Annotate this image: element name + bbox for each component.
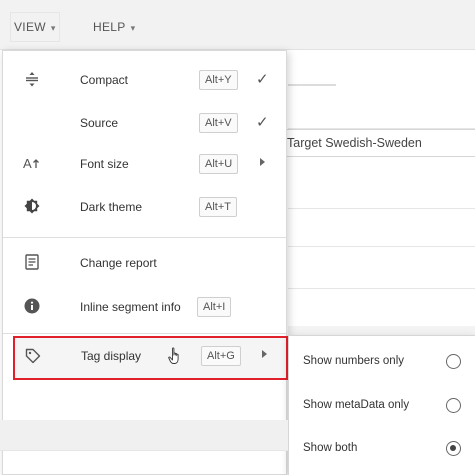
svg-text:A: A [23, 156, 32, 171]
menu-item-source[interactable]: Source Alt+V ✓ [3, 103, 286, 143]
submenu-arrow-icon [262, 350, 267, 358]
dark-theme-icon [23, 197, 41, 215]
menu-item-label: Compact [80, 73, 129, 87]
radio-button-selected[interactable] [446, 441, 461, 456]
info-icon [23, 297, 41, 315]
font-size-icon: A [23, 154, 41, 172]
chevron-down-icon: ▾ [50, 23, 56, 33]
menu-divider [3, 333, 286, 334]
menu-item-dark-theme[interactable]: Dark theme Alt+T [3, 187, 286, 227]
shortcut-badge: Alt+G [201, 346, 241, 366]
view-menu-button[interactable]: VIEW ▾ [10, 12, 60, 42]
hand-cursor-icon [168, 347, 182, 365]
view-menu-label: VIEW [14, 20, 46, 34]
background-divider [288, 208, 475, 209]
submenu-option-show-metadata-only[interactable]: Show metaData only [289, 386, 475, 426]
menu-item-label: Inline segment info [80, 300, 181, 314]
tag-display-submenu: Show numbers only Show metaData only Sho… [288, 335, 475, 475]
background-divider [288, 288, 475, 289]
menu-item-tag-display-inner: Tag display Alt+G [2, 338, 277, 378]
submenu-arrow-icon [260, 158, 265, 166]
checkmark-icon: ✓ [256, 114, 269, 131]
help-menu-button[interactable]: HELP ▾ [93, 20, 135, 34]
checkmark-icon: ✓ [256, 71, 269, 88]
menu-item-font-size[interactable]: A Font size Alt+U [3, 144, 286, 184]
background-row [0, 420, 288, 450]
background-divider [288, 246, 475, 247]
menu-item-change-report[interactable]: Change report [3, 243, 286, 283]
report-icon [23, 253, 41, 271]
background-divider [0, 450, 288, 451]
option-label: Show numbers only [303, 355, 404, 367]
menu-item-label: Font size [80, 157, 129, 171]
shortcut-badge: Alt+T [199, 197, 237, 217]
menubar: VIEW ▾ HELP ▾ [0, 0, 475, 50]
menu-item-label: Dark theme [80, 200, 143, 214]
help-menu-label: HELP [93, 20, 126, 34]
shortcut-badge: Alt+U [199, 154, 239, 174]
menu-item-compact[interactable]: Compact Alt+Y ✓ [3, 60, 286, 100]
option-label: Show metaData only [303, 399, 410, 411]
shortcut-badge: Alt+V [199, 113, 238, 133]
compact-icon [23, 70, 41, 88]
shortcut-badge: Alt+Y [199, 70, 238, 90]
submenu-option-show-numbers-only[interactable]: Show numbers only [289, 342, 475, 382]
radio-button[interactable] [446, 398, 461, 413]
submenu-option-show-both[interactable]: Show both [289, 429, 475, 469]
view-dropdown-menu: Compact Alt+Y ✓ Source Alt+V ✓ A Font si… [2, 50, 287, 475]
menu-divider [3, 237, 286, 238]
menu-item-label: Change report [80, 256, 157, 270]
tag-icon [24, 347, 42, 365]
target-language-header: Target Swedish-Sweden [280, 129, 475, 157]
background-tab-underline [288, 84, 336, 86]
menu-item-label: Tag display [81, 349, 142, 363]
shortcut-badge: Alt+I [197, 297, 232, 317]
radio-button[interactable] [446, 354, 461, 369]
chevron-down-icon: ▾ [130, 23, 136, 33]
menu-item-label: Source [80, 116, 119, 130]
menu-item-tag-display[interactable]: Tag display Alt+G [13, 336, 288, 380]
option-label: Show both [303, 442, 358, 454]
menu-item-inline-segment-info[interactable]: Inline segment info Alt+I [3, 287, 286, 327]
